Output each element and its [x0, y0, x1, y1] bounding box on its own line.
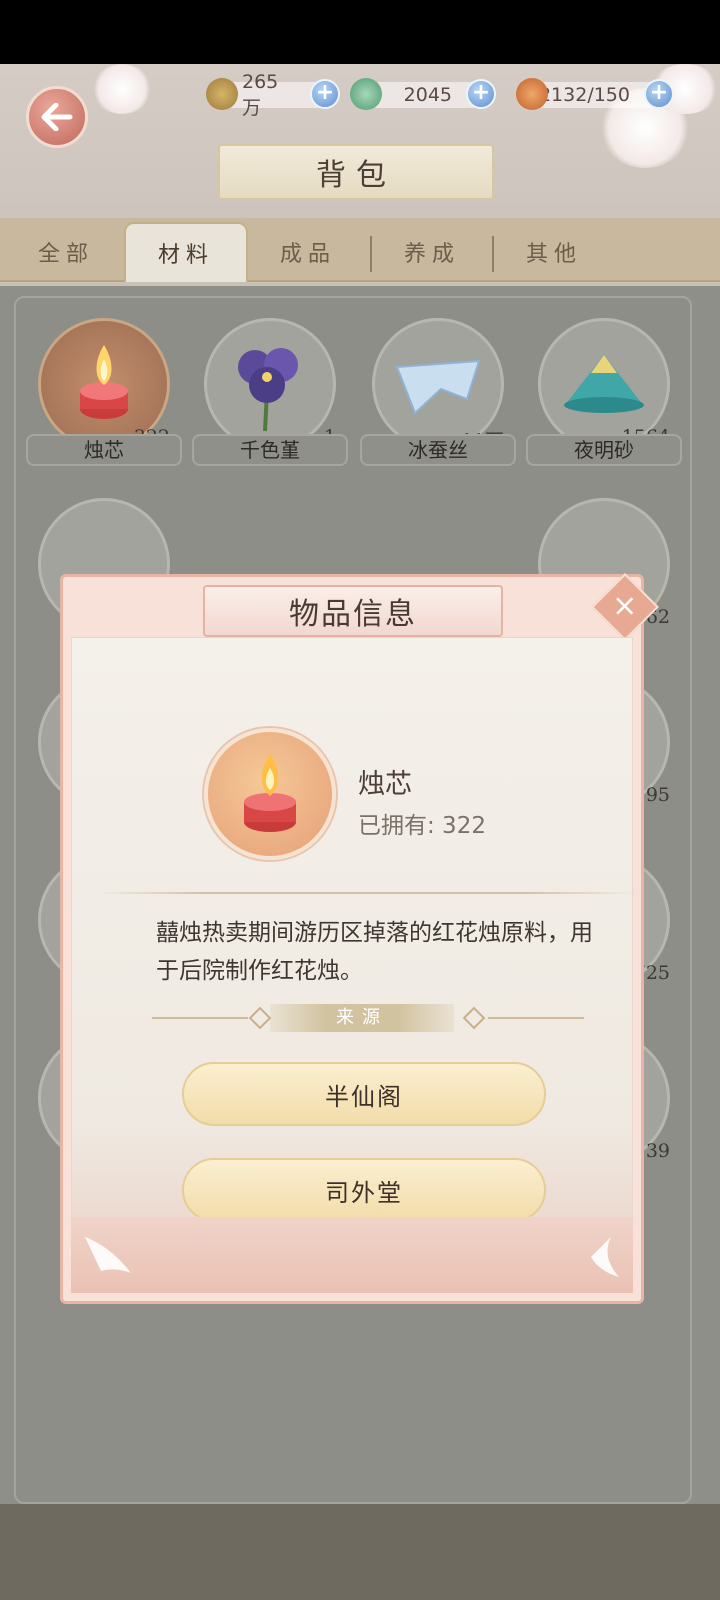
- item-name: 千色堇: [192, 434, 348, 466]
- close-icon: ×: [612, 588, 638, 624]
- tab-all[interactable]: 全部: [10, 222, 122, 282]
- category-tabs: 全部 材料 成品 养成 其他: [0, 218, 720, 282]
- blossom-decoration: [92, 64, 152, 114]
- candle-icon: [204, 728, 336, 860]
- bottom-bar: [0, 1504, 720, 1600]
- item-name: 夜明砂: [526, 434, 682, 466]
- tab-products[interactable]: 成品: [250, 222, 366, 282]
- source-button-siwaitang[interactable]: 司外堂: [182, 1158, 546, 1222]
- add-coins-button[interactable]: +: [310, 79, 340, 109]
- jade-icon: [350, 78, 382, 110]
- item-name: 烛芯: [26, 434, 182, 466]
- add-jade-button[interactable]: +: [466, 79, 496, 109]
- food-basket-icon: [516, 78, 548, 110]
- source-label: 来源: [270, 1004, 454, 1032]
- crane-decoration-icon: [85, 1237, 619, 1277]
- item-name: 冰蚕丝: [360, 434, 516, 466]
- item-slot-candle-wick[interactable]: 322 烛芯: [26, 318, 182, 466]
- item-name: 烛芯: [358, 769, 412, 800]
- owned-count: 已拥有: 322: [358, 813, 486, 839]
- source-header: 来源: [152, 1004, 584, 1032]
- tab-other[interactable]: 其他: [496, 222, 612, 282]
- item-count: 39: [645, 1140, 670, 1162]
- dialog-body: 烛芯 已拥有: 322 囍烛热卖期间游历区掉落的红花烛原料，用于后院制作红花烛。…: [71, 637, 636, 1247]
- backpack-screen: 265万 + 2045 + 2132/150 + 背包 全部 材料 成品 养成 …: [0, 64, 720, 1600]
- tab-cultivation[interactable]: 养成: [374, 222, 490, 282]
- paw-coin-icon: [206, 78, 238, 110]
- currency-jade: 2045 +: [350, 78, 496, 110]
- status-bar: [0, 0, 720, 64]
- currency-coins: 265万 +: [206, 71, 340, 119]
- divider: [152, 1017, 248, 1019]
- item-description: 囍烛热卖期间游历区掉落的红花烛原料，用于后院制作红花烛。: [156, 920, 593, 984]
- divider: [96, 892, 636, 894]
- tab-divider: [492, 236, 494, 272]
- item-slot-night-sand[interactable]: 1564 夜明砂: [526, 318, 682, 466]
- back-arrow-icon: [41, 103, 73, 131]
- divider: [488, 1017, 584, 1019]
- currency-food: 2132/150 +: [516, 78, 674, 110]
- knot-ornament-icon: [248, 1006, 272, 1030]
- dialog-footer-decoration: [71, 1217, 633, 1293]
- item-info-dialog: 物品信息 × 烛芯 已拥有: 322 囍烛热卖期间游历区掉落的红花烛原料，用于后…: [60, 573, 659, 1304]
- tab-divider: [370, 236, 372, 272]
- add-food-button[interactable]: +: [644, 79, 674, 109]
- knot-ornament-icon: [462, 1006, 486, 1030]
- source-button-banxiange[interactable]: 半仙阁: [182, 1062, 546, 1126]
- page-title: 背包: [218, 144, 494, 200]
- pansy-flower-icon: [204, 318, 336, 450]
- tab-materials[interactable]: 材料: [124, 222, 248, 282]
- item-slot-pansy[interactable]: 1 千色堇: [192, 318, 348, 466]
- dialog-title: 物品信息: [203, 585, 503, 637]
- item-slot-ice-silk[interactable]: 11万 冰蚕丝: [360, 318, 516, 466]
- back-button[interactable]: [26, 86, 88, 148]
